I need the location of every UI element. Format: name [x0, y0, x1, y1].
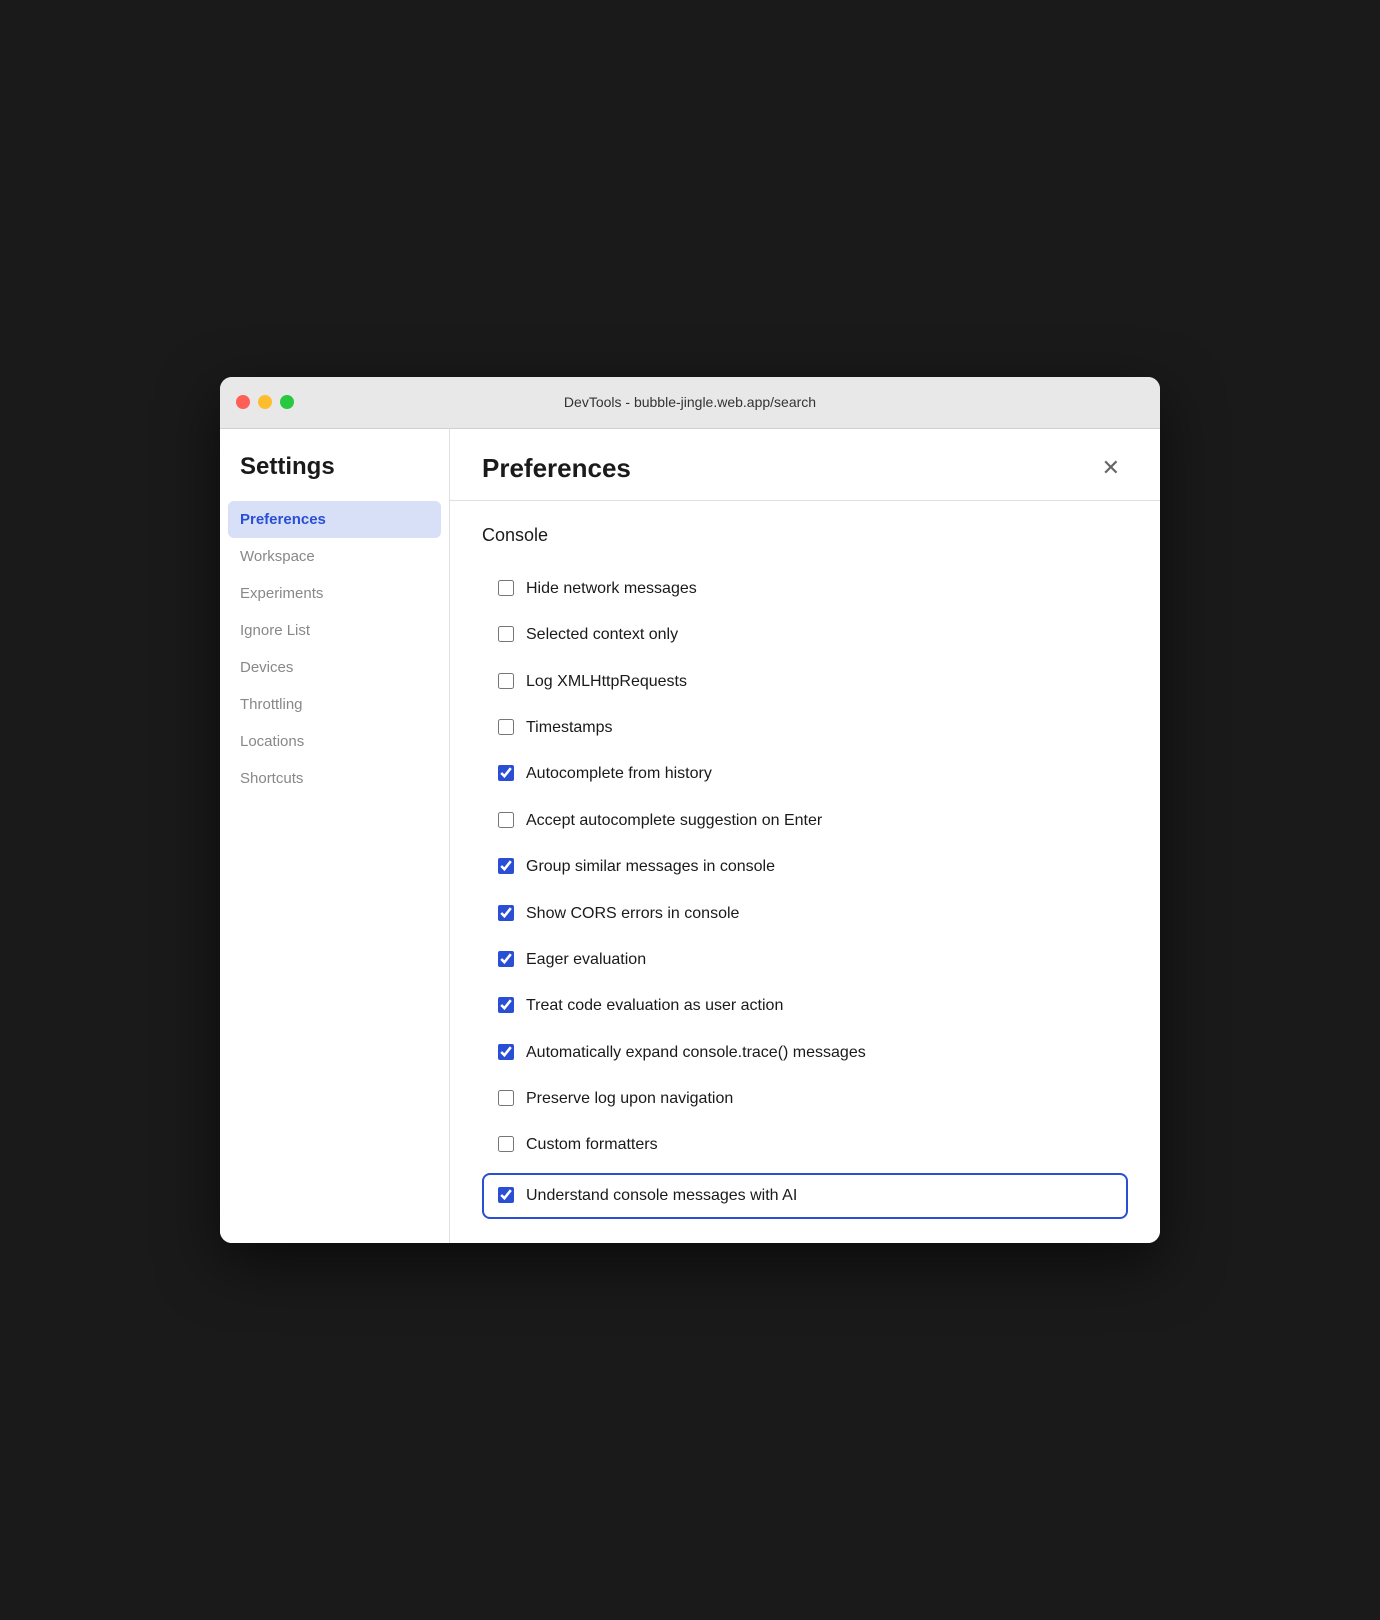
- checkbox-custom-formatters[interactable]: [498, 1136, 514, 1152]
- checkbox-label-eager-evaluation: Eager evaluation: [526, 949, 646, 971]
- checkbox-label-timestamps: Timestamps: [526, 717, 613, 739]
- checkbox-label-auto-expand: Automatically expand console.trace() mes…: [526, 1042, 866, 1064]
- checkbox-item-hide-network[interactable]: Hide network messages: [482, 566, 1128, 612]
- checkbox-label-log-xmlhttp: Log XMLHttpRequests: [526, 671, 687, 693]
- checkbox-treat-code[interactable]: [498, 997, 514, 1013]
- sidebar-item-ignore-list[interactable]: Ignore List: [220, 612, 449, 649]
- checkbox-item-treat-code[interactable]: Treat code evaluation as user action: [482, 983, 1128, 1029]
- section-title: Console: [482, 525, 1128, 546]
- checkbox-label-autocomplete-history: Autocomplete from history: [526, 763, 712, 785]
- checkbox-accept-autocomplete[interactable]: [498, 812, 514, 828]
- sidebar-item-throttling[interactable]: Throttling: [220, 686, 449, 723]
- sidebar-item-locations[interactable]: Locations: [220, 723, 449, 760]
- checkbox-preserve-log[interactable]: [498, 1090, 514, 1106]
- checkbox-item-understand-console[interactable]: Understand console messages with AI: [482, 1173, 1128, 1219]
- minimize-traffic-light[interactable]: [258, 395, 272, 409]
- checkbox-selected-context[interactable]: [498, 626, 514, 642]
- close-traffic-light[interactable]: [236, 395, 250, 409]
- checkbox-item-show-cors[interactable]: Show CORS errors in console: [482, 891, 1128, 937]
- checkbox-item-timestamps[interactable]: Timestamps: [482, 705, 1128, 751]
- main-panel: Preferences ✕ Console Hide network messa…: [450, 429, 1160, 1243]
- sidebar: Settings PreferencesWorkspaceExperiments…: [220, 429, 450, 1243]
- checkbox-autocomplete-history[interactable]: [498, 765, 514, 781]
- checkbox-item-autocomplete-history[interactable]: Autocomplete from history: [482, 751, 1128, 797]
- checkbox-label-group-similar: Group similar messages in console: [526, 856, 775, 878]
- checkbox-label-hide-network: Hide network messages: [526, 578, 697, 600]
- sidebar-item-workspace[interactable]: Workspace: [220, 538, 449, 575]
- devtools-window: DevTools - bubble-jingle.web.app/search …: [220, 377, 1160, 1243]
- checkbox-item-auto-expand[interactable]: Automatically expand console.trace() mes…: [482, 1030, 1128, 1076]
- main-header: Preferences ✕: [450, 429, 1160, 501]
- checkbox-label-custom-formatters: Custom formatters: [526, 1134, 658, 1156]
- settings-heading: Settings: [220, 453, 449, 501]
- page-title: Preferences: [482, 453, 631, 484]
- checkbox-label-show-cors: Show CORS errors in console: [526, 903, 739, 925]
- traffic-lights: [236, 395, 294, 409]
- checkbox-group-similar[interactable]: [498, 858, 514, 874]
- checkbox-hide-network[interactable]: [498, 580, 514, 596]
- checkbox-label-understand-console: Understand console messages with AI: [526, 1185, 797, 1207]
- content-area: Settings PreferencesWorkspaceExperiments…: [220, 429, 1160, 1243]
- checkbox-eager-evaluation[interactable]: [498, 951, 514, 967]
- checkbox-item-group-similar[interactable]: Group similar messages in console: [482, 844, 1128, 890]
- checkbox-item-custom-formatters[interactable]: Custom formatters: [482, 1122, 1128, 1168]
- checkbox-label-treat-code: Treat code evaluation as user action: [526, 995, 783, 1017]
- checkbox-auto-expand[interactable]: [498, 1044, 514, 1060]
- sidebar-item-preferences[interactable]: Preferences: [228, 501, 441, 538]
- checkbox-item-accept-autocomplete[interactable]: Accept autocomplete suggestion on Enter: [482, 798, 1128, 844]
- checkbox-item-log-xmlhttp[interactable]: Log XMLHttpRequests: [482, 659, 1128, 705]
- close-button[interactable]: ✕: [1094, 453, 1128, 483]
- checkbox-understand-console[interactable]: [498, 1187, 514, 1203]
- checkbox-list: Hide network messages Selected context on…: [482, 566, 1128, 1219]
- checkbox-label-selected-context: Selected context only: [526, 624, 678, 646]
- checkbox-label-accept-autocomplete: Accept autocomplete suggestion on Enter: [526, 810, 822, 832]
- checkbox-timestamps[interactable]: [498, 719, 514, 735]
- sidebar-nav: PreferencesWorkspaceExperimentsIgnore Li…: [220, 501, 449, 797]
- window-title: DevTools - bubble-jingle.web.app/search: [564, 394, 816, 410]
- sidebar-item-shortcuts[interactable]: Shortcuts: [220, 760, 449, 797]
- maximize-traffic-light[interactable]: [280, 395, 294, 409]
- titlebar: DevTools - bubble-jingle.web.app/search: [220, 377, 1160, 429]
- checkbox-item-eager-evaluation[interactable]: Eager evaluation: [482, 937, 1128, 983]
- checkbox-item-selected-context[interactable]: Selected context only: [482, 612, 1128, 658]
- scroll-area[interactable]: Console Hide network messages Selected co…: [450, 501, 1160, 1243]
- sidebar-item-devices[interactable]: Devices: [220, 649, 449, 686]
- checkbox-show-cors[interactable]: [498, 905, 514, 921]
- checkbox-item-preserve-log[interactable]: Preserve log upon navigation: [482, 1076, 1128, 1122]
- checkbox-label-preserve-log: Preserve log upon navigation: [526, 1088, 733, 1110]
- checkbox-log-xmlhttp[interactable]: [498, 673, 514, 689]
- sidebar-item-experiments[interactable]: Experiments: [220, 575, 449, 612]
